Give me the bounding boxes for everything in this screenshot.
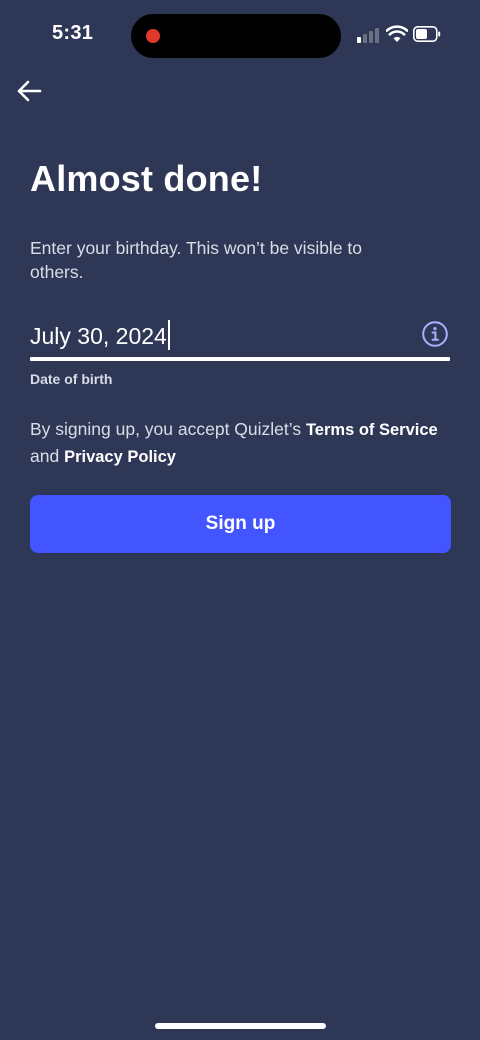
status-bar: 5:31 bbox=[0, 0, 480, 72]
terms-conjunction: and bbox=[30, 446, 65, 466]
home-indicator[interactable] bbox=[155, 1023, 326, 1029]
dynamic-island bbox=[131, 14, 341, 58]
info-circle-icon[interactable] bbox=[421, 320, 449, 348]
terms-notice: By signing up, you accept Quizlet’s Term… bbox=[30, 416, 450, 470]
text-cursor bbox=[167, 320, 170, 350]
recording-dot-icon bbox=[146, 29, 160, 43]
cellular-signal-icon bbox=[357, 27, 381, 43]
terms-of-service-link[interactable]: Terms of Service bbox=[306, 421, 438, 439]
terms-prefix: By signing up, you accept Quizlet’s bbox=[30, 419, 306, 439]
page-title: Almost done! bbox=[30, 158, 263, 199]
arrow-left-icon bbox=[17, 80, 42, 102]
date-of-birth-underline bbox=[30, 357, 450, 361]
date-of-birth-field[interactable]: July 30, 2024 bbox=[30, 314, 450, 362]
wifi-icon bbox=[386, 25, 408, 42]
date-of-birth-label: Date of birth bbox=[30, 371, 113, 387]
sign-up-button[interactable]: Sign up bbox=[30, 495, 451, 553]
date-of-birth-input[interactable]: July 30, 2024 bbox=[30, 320, 170, 350]
status-time: 5:31 bbox=[52, 22, 94, 44]
back-button[interactable] bbox=[14, 76, 44, 106]
battery-icon bbox=[413, 26, 441, 42]
page-subtitle: Enter your birthday. This won’t be visib… bbox=[30, 238, 363, 282]
date-of-birth-value: July 30, 2024 bbox=[30, 323, 167, 349]
privacy-policy-link[interactable]: Privacy Policy bbox=[64, 448, 176, 466]
